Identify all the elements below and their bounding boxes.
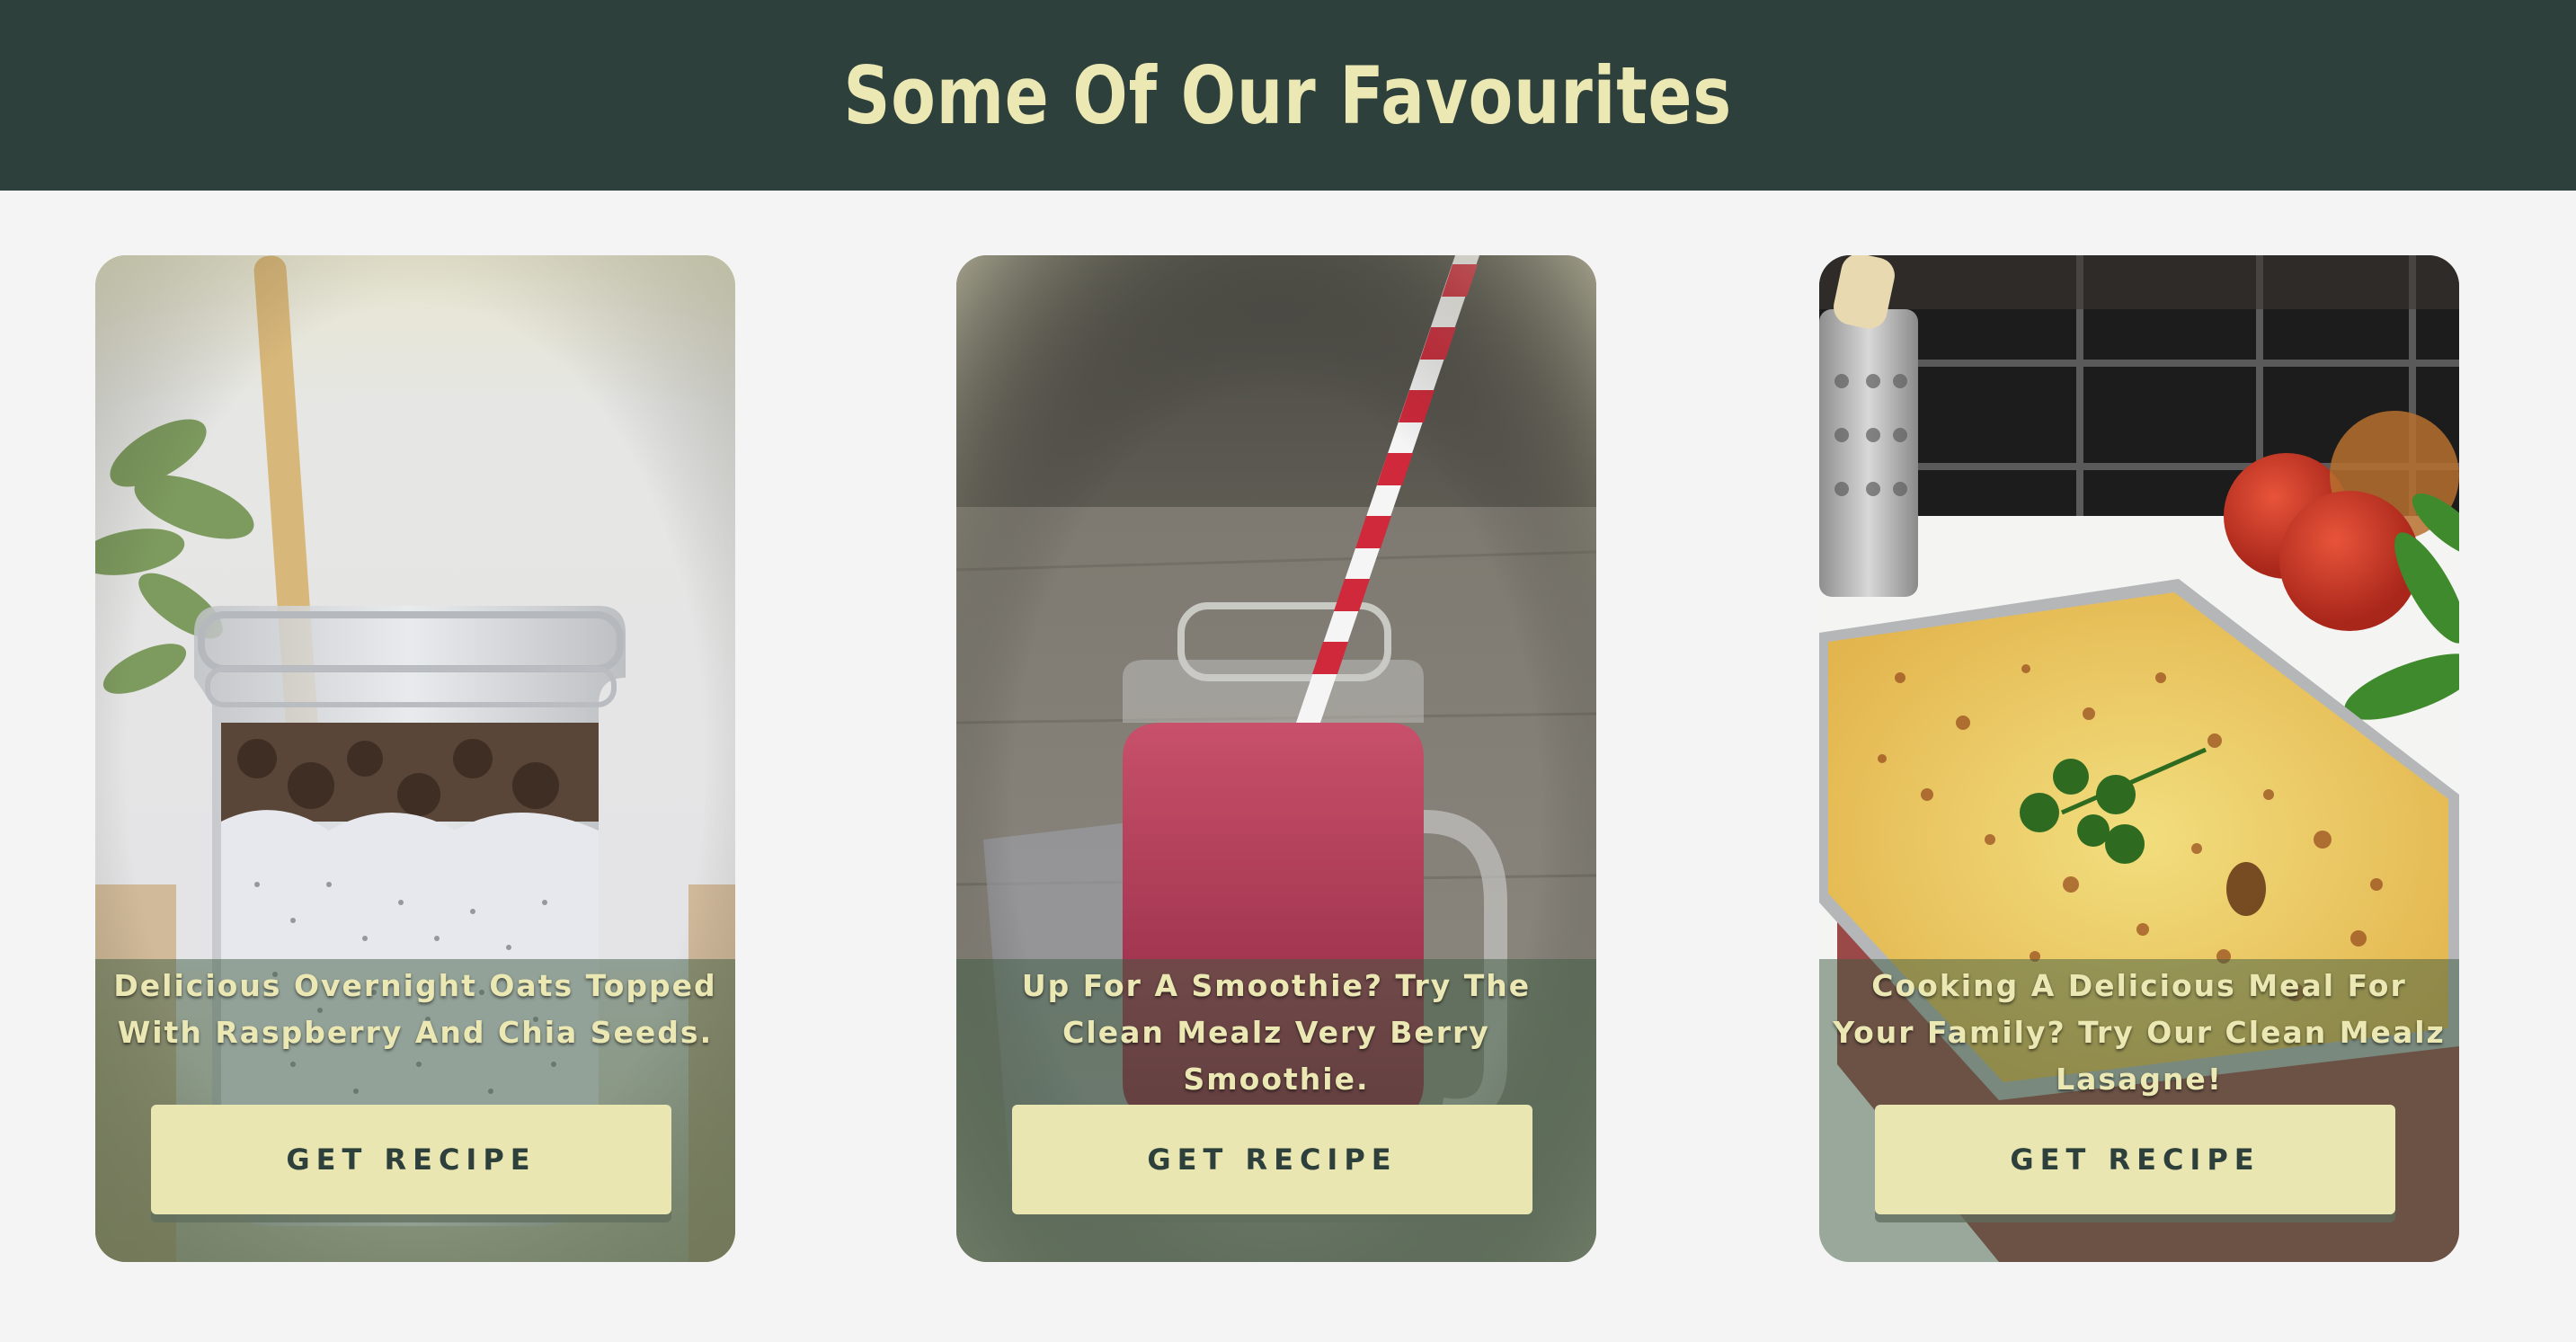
recipe-card-oats: Delicious Overnight Oats Topped With Ras… (95, 255, 735, 1262)
page-header: Some Of Our Favourites (0, 0, 2576, 191)
get-recipe-button-oats[interactable]: GET RECIPE (151, 1105, 671, 1214)
get-recipe-button-lasagne[interactable]: GET RECIPE (1875, 1105, 2395, 1214)
recipe-caption: Delicious Overnight Oats Topped With Ras… (113, 968, 717, 1050)
recipe-card-lasagne: Cooking A Delicious Meal For Your Family… (1819, 255, 2459, 1262)
get-recipe-button-smoothie[interactable]: GET RECIPE (1012, 1105, 1532, 1214)
recipe-caption: Up For A Smoothie? Try The Clean Mealz V… (1021, 968, 1532, 1097)
recipe-caption: Cooking A Delicious Meal For Your Family… (1833, 968, 2446, 1097)
page-title: Some Of Our Favourites (843, 49, 1733, 142)
recipe-card-smoothie: Up For A Smoothie? Try The Clean Mealz V… (956, 255, 1596, 1262)
